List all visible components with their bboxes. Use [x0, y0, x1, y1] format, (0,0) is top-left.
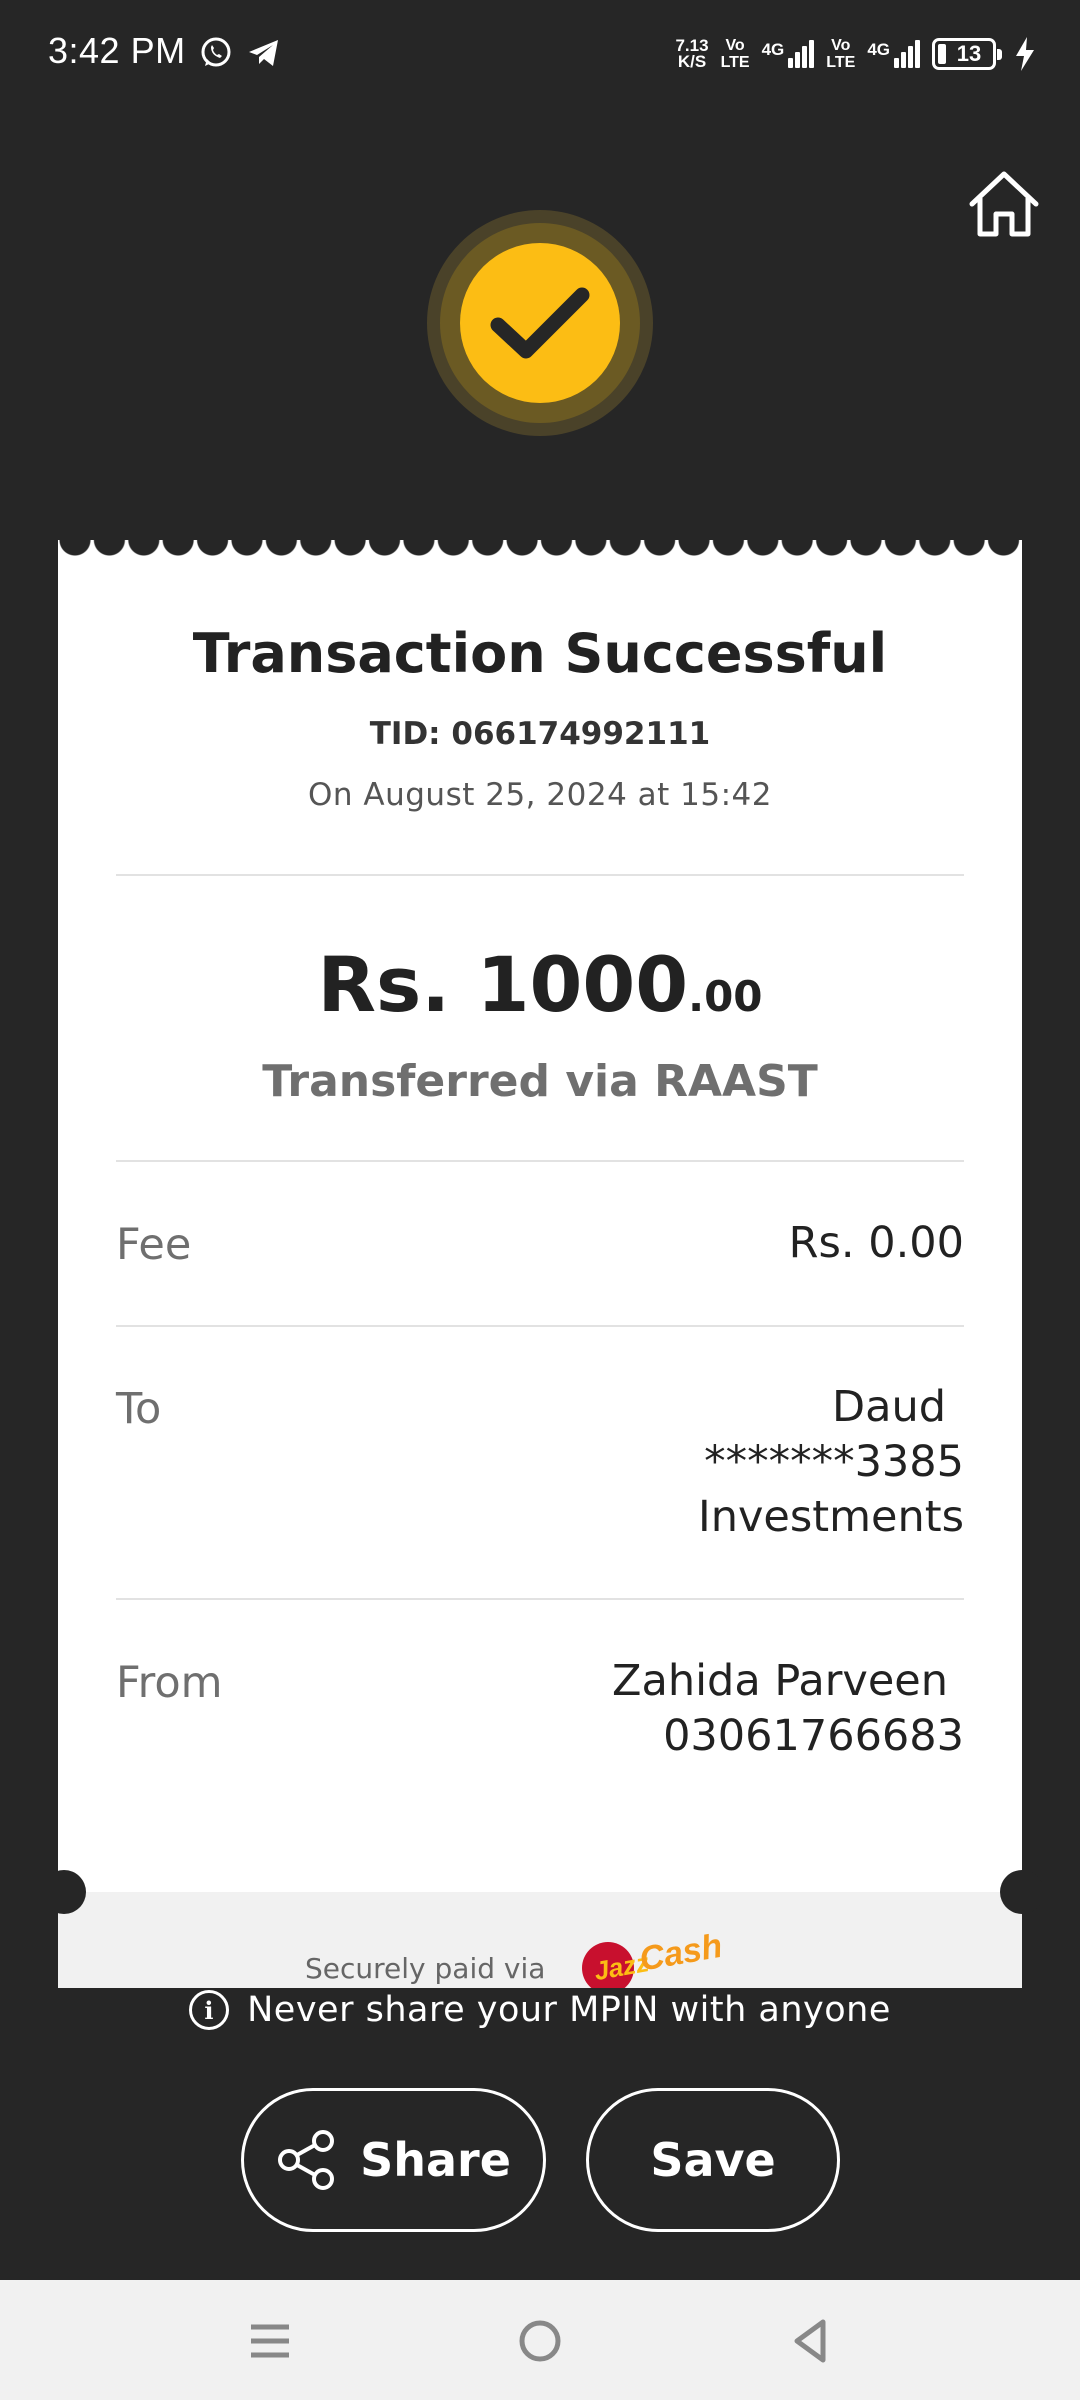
menu-icon[interactable] — [235, 2306, 305, 2376]
home-circle-icon[interactable] — [505, 2306, 575, 2376]
receipt-footer: Securely paid via Jazz Cash — [58, 1892, 1022, 1988]
logo-text-cash: Cash — [637, 1928, 725, 1979]
jazzcash-logo: Jazz Cash — [582, 1928, 725, 1988]
sender-number: 03061766683 — [663, 1711, 964, 1761]
share-icon — [278, 2130, 335, 2190]
volte-tag-sim1: Vo LTE — [720, 37, 750, 71]
from-details: Zahida Parveen 03061766683 — [612, 1654, 964, 1764]
amount-main: Rs. 1000 — [317, 940, 689, 1029]
divider — [116, 1160, 964, 1162]
home-icon[interactable] — [966, 166, 1042, 242]
success-badge — [460, 243, 620, 403]
whatsapp-icon — [201, 37, 231, 67]
receipt-scalloped-edge — [58, 540, 1022, 556]
to-details: Daud *******3385 Investments — [698, 1380, 964, 1545]
from-label: From — [116, 1658, 223, 1708]
save-label: Save — [650, 2133, 776, 2187]
to-label: To — [116, 1384, 162, 1434]
transaction-datetime: On August 25, 2024 at 15:42 — [308, 777, 772, 813]
divider — [116, 1325, 964, 1327]
divider — [116, 1598, 964, 1600]
recipient-account: *******3385 — [704, 1437, 964, 1487]
checkmark-icon — [490, 287, 590, 359]
securely-paid-text: Securely paid via — [305, 1952, 546, 1985]
receipt-card: Transaction Successful TID: 066174992111… — [58, 540, 1022, 1988]
signal-icon: 4G — [867, 40, 920, 68]
charging-icon — [1016, 37, 1034, 71]
status-bar: 3:42 PM 7.13 K/S Vo LTE 4G Vo LTE 4G 13 — [0, 0, 1080, 108]
network-speed: 7.13 K/S — [675, 36, 709, 71]
fee-label: Fee — [116, 1220, 192, 1270]
transaction-amount: Rs. 1000.00 — [58, 940, 1022, 1029]
recipient-bank: Investments — [698, 1492, 964, 1542]
transaction-id: TID: 066174992111 — [369, 716, 711, 752]
signal-icon: 4G — [762, 40, 815, 68]
save-button[interactable]: Save — [586, 2088, 840, 2232]
security-note: i Never share your MPIN with anyone — [0, 1990, 1080, 2030]
status-indicators: 7.13 K/S Vo LTE 4G Vo LTE 4G 13 — [675, 30, 1036, 78]
battery-level: 13 — [956, 41, 982, 66]
share-label: Share — [360, 2133, 511, 2187]
back-icon[interactable] — [775, 2306, 845, 2376]
info-icon: i — [189, 1990, 230, 2030]
system-nav-bar — [0, 2280, 1080, 2400]
fee-value: Rs. 0.00 — [788, 1218, 964, 1268]
telegram-icon — [249, 40, 278, 66]
volte-tag-sim2: Vo LTE — [826, 37, 856, 71]
status-time: 3:42 PM — [48, 30, 186, 71]
transfer-method: Transferred via RAAST — [262, 1056, 818, 1107]
receipt-notch-left — [42, 1870, 86, 1914]
battery-icon: 13 — [932, 38, 1002, 70]
share-button[interactable]: Share — [241, 2088, 546, 2232]
security-note-text: Never share your MPIN with anyone — [247, 1990, 891, 2030]
receipt-notch-right — [1000, 1870, 1044, 1914]
transaction-title: Transaction Successful — [192, 622, 888, 685]
sender-name: Zahida Parveen — [612, 1656, 948, 1706]
amount-cents: .00 — [688, 972, 763, 1021]
recipient-name: Daud — [831, 1382, 946, 1432]
divider — [116, 874, 964, 876]
